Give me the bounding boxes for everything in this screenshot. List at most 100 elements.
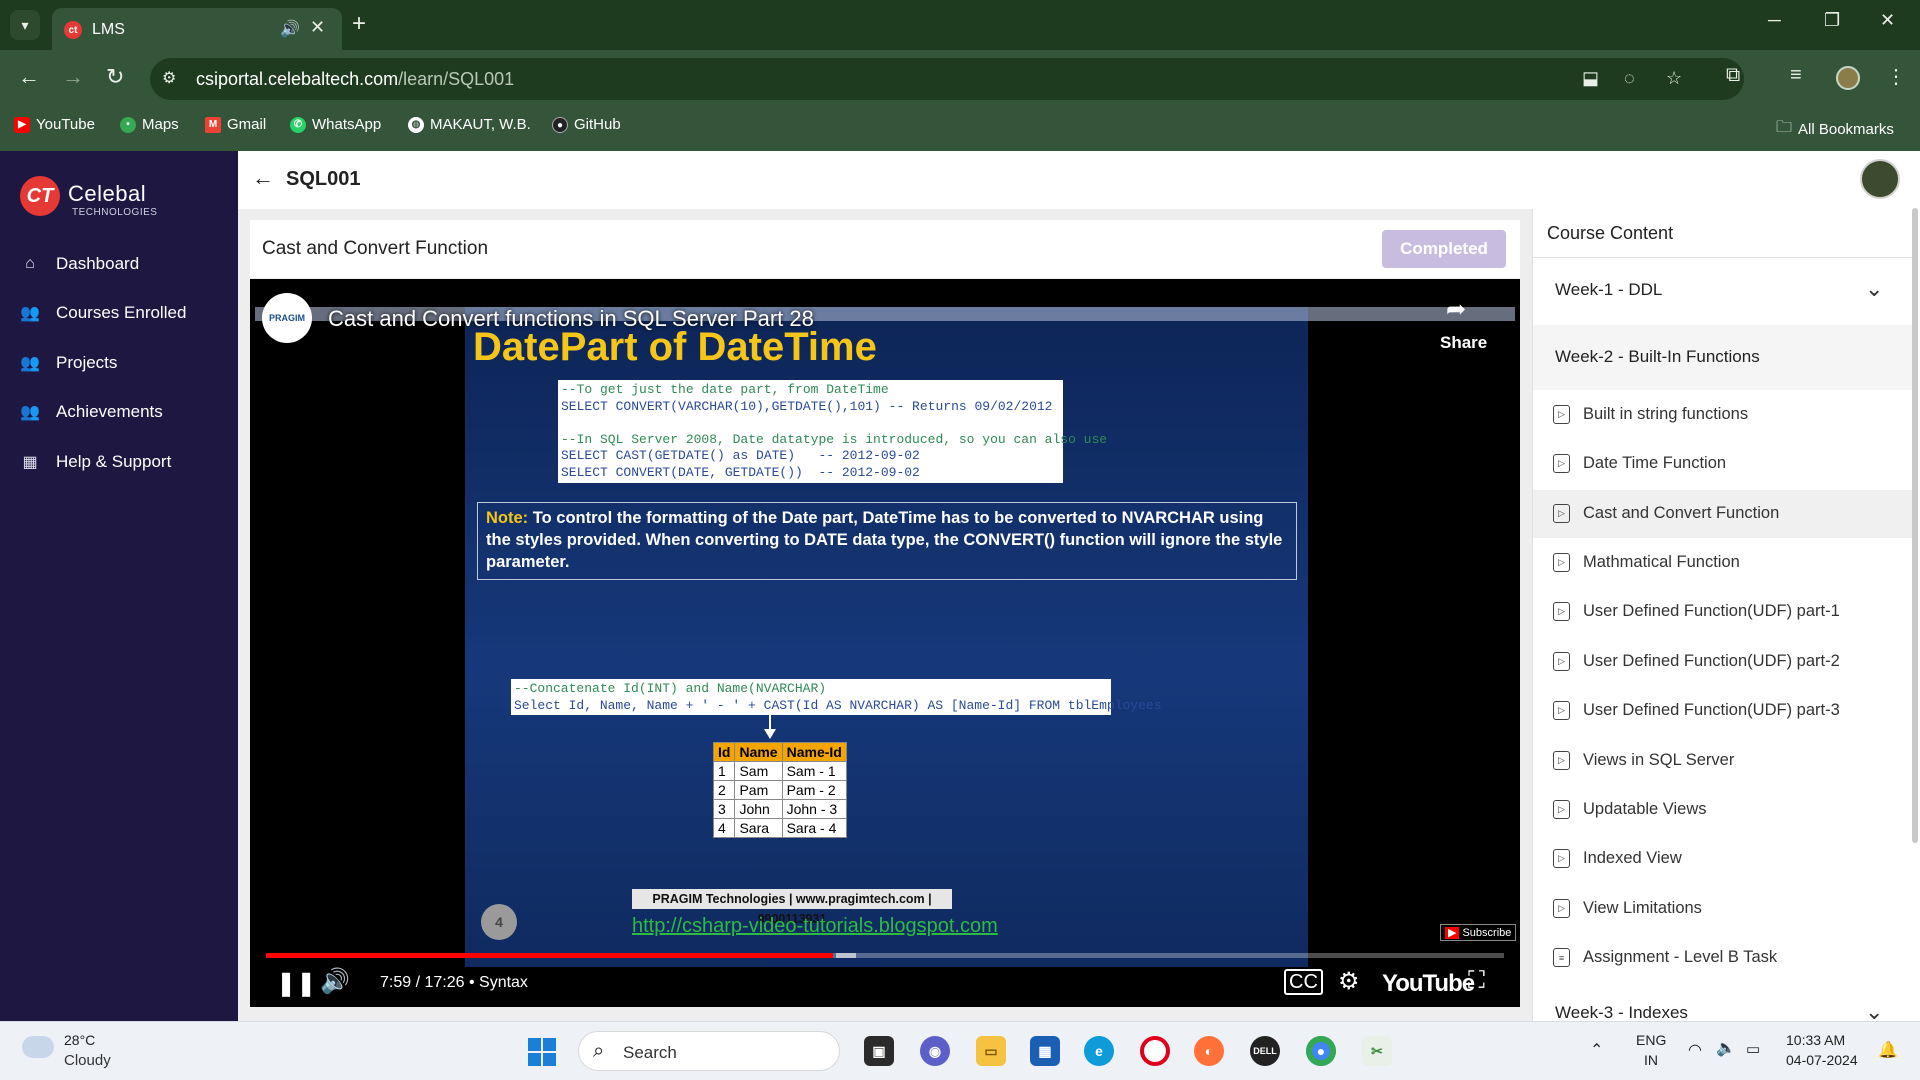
video-player[interactable]: DatePart of DateTime --To get just the d… xyxy=(250,279,1520,1007)
bookmark-gmail[interactable]: M Gmail xyxy=(205,116,266,133)
bookmark-makaut[interactable]: ◍ MAKAUT, W.B. xyxy=(408,116,531,133)
weather-condition[interactable]: Cloudy xyxy=(64,1052,111,1069)
youtube-logo[interactable]: YouTube xyxy=(1382,970,1475,998)
minimize-icon[interactable]: ─ xyxy=(1768,10,1781,31)
page-title: SQL001 xyxy=(286,168,361,190)
lms-favicon-icon: ct xyxy=(64,21,82,39)
lesson-item-active[interactable]: ▷ Cast and Convert Function xyxy=(1533,490,1913,538)
lesson-item[interactable]: ▷ Mathmatical Function xyxy=(1533,539,1913,587)
sidebar-item-help[interactable]: ▦ Help & Support xyxy=(20,452,171,472)
new-tab-icon[interactable]: + xyxy=(352,10,366,38)
completed-button[interactable]: Completed xyxy=(1382,230,1506,268)
course-content-panel: Course Content Week-1 - DDL ⌄ Week-2 - B… xyxy=(1532,209,1920,1021)
address-bar[interactable]: ⚙ csiportal.celebaltech.com/learn/SQL001… xyxy=(150,58,1744,100)
channel-logo[interactable]: PRAGIM xyxy=(262,293,312,343)
site-info-icon[interactable]: ⚙ xyxy=(162,68,176,88)
panel-scrollbar[interactable] xyxy=(1912,208,1918,843)
sidebar-item-achievements[interactable]: 👥 Achievements xyxy=(20,402,163,422)
week-1-accordion[interactable]: Week-1 - DDL ⌄ xyxy=(1533,258,1913,323)
bookmark-maps[interactable]: • Maps xyxy=(120,116,179,133)
weather-temp[interactable]: 28°C xyxy=(64,1032,95,1048)
file-explorer-icon[interactable]: ▭ xyxy=(976,1036,1006,1066)
subscribe-watermark[interactable]: ▶ Subscribe xyxy=(1440,924,1517,941)
menu-kebab-icon[interactable]: ⋮ xyxy=(1886,64,1906,89)
lesson-item[interactable]: ▷ Views in SQL Server xyxy=(1533,737,1913,785)
bookmark-github[interactable]: ● GitHub xyxy=(552,116,621,133)
chrome-icon[interactable]: ● xyxy=(1306,1036,1336,1066)
progress-buffer xyxy=(836,953,856,958)
browser-tab[interactable]: ct LMS 🔊 ✕ xyxy=(52,8,342,50)
clock-time[interactable]: 10:33 AM xyxy=(1786,1032,1845,1048)
media-control-icon[interactable]: ≡ xyxy=(1790,64,1802,87)
store-icon[interactable]: ▦ xyxy=(1030,1036,1060,1066)
teams-icon[interactable]: ◉ xyxy=(920,1036,950,1066)
bookmark-youtube[interactable]: ▶ YouTube xyxy=(14,116,95,133)
lesson-item[interactable]: ▷ User Defined Function(UDF) part-2 xyxy=(1533,638,1913,686)
lesson-item[interactable]: ≡ Assignment - Level B Task xyxy=(1533,934,1913,982)
settings-gear-icon[interactable]: ⚙ xyxy=(1338,967,1360,996)
share-label[interactable]: Share xyxy=(1440,333,1487,353)
reload-icon[interactable]: ↻ xyxy=(106,64,124,90)
captions-icon[interactable]: CC xyxy=(1284,969,1323,995)
window-close-icon[interactable]: ✕ xyxy=(1880,10,1895,31)
windows-start-icon[interactable] xyxy=(528,1038,558,1068)
tab-close-icon[interactable]: ✕ xyxy=(310,17,325,38)
forward-icon[interactable]: → xyxy=(62,64,84,90)
eye-off-icon[interactable]: ◌ xyxy=(1624,68,1635,89)
pause-icon[interactable]: ❚❚ xyxy=(276,969,316,998)
cloud-icon[interactable] xyxy=(22,1036,54,1058)
sidebar-item-dashboard[interactable]: ⌂ Dashboard xyxy=(20,254,139,274)
lang-eng[interactable]: ENG xyxy=(1636,1032,1666,1048)
lesson-item[interactable]: ▷ Built in string functions xyxy=(1533,391,1913,439)
edge-icon[interactable]: e xyxy=(1084,1036,1114,1066)
people-icon: 👥 xyxy=(20,305,40,322)
user-avatar[interactable] xyxy=(1860,159,1900,199)
week-2-accordion[interactable]: Week-2 - Built-In Functions xyxy=(1533,325,1913,390)
week-3-accordion[interactable]: Week-3 - Indexes ⌄ xyxy=(1533,989,1913,1021)
taskbar-search[interactable]: ⌕ Search xyxy=(578,1031,840,1071)
back-arrow-icon[interactable]: ← xyxy=(252,165,274,191)
volume-icon[interactable]: 🔊 xyxy=(320,967,350,996)
sidebar-item-courses[interactable]: 👥 Courses Enrolled xyxy=(20,303,186,323)
speaker-icon[interactable]: 🔈 xyxy=(1716,1038,1736,1058)
task-view-icon[interactable]: ▣ xyxy=(864,1036,894,1066)
slide-note: Note: To control the formatting of the D… xyxy=(477,502,1297,580)
chevron-up-icon[interactable]: ⌃ xyxy=(1590,1040,1603,1060)
result-arrow-head xyxy=(764,729,776,739)
battery-icon[interactable]: ▭ xyxy=(1746,1040,1760,1058)
url-text: csiportal.celebaltech.com/learn/SQL001 xyxy=(196,69,515,89)
home-icon: ⌂ xyxy=(25,255,35,272)
lesson-item[interactable]: ▷ Indexed View xyxy=(1533,835,1913,883)
install-app-icon[interactable]: ⬓ xyxy=(1582,68,1599,89)
wifi-icon[interactable]: ◠ xyxy=(1688,1040,1702,1060)
audio-playing-icon[interactable]: 🔊 xyxy=(280,19,300,39)
chevron-down-icon: ⌄ xyxy=(1865,276,1884,301)
celebal-logo-icon: CT xyxy=(20,176,60,216)
lesson-item[interactable]: ▷ User Defined Function(UDF) part-1 xyxy=(1533,588,1913,636)
firefox-icon[interactable]: ◐ xyxy=(1194,1036,1224,1066)
fullscreen-icon[interactable]: ⛶ xyxy=(1468,967,1485,995)
video-title[interactable]: Cast and Convert functions in SQL Server… xyxy=(328,306,814,332)
extensions-icon[interactable]: ⧉ xyxy=(1726,64,1740,87)
bookmark-whatsapp[interactable]: ✆ WhatsApp xyxy=(290,116,381,133)
lesson-item[interactable]: ▷ Date Time Function xyxy=(1533,440,1913,488)
opera-icon[interactable] xyxy=(1140,1036,1170,1066)
back-icon[interactable]: ← xyxy=(18,64,40,90)
lesson-item[interactable]: ▷ View Limitations xyxy=(1533,885,1913,933)
clock-date[interactable]: 04-07-2024 xyxy=(1786,1052,1858,1068)
all-bookmarks[interactable]: 🗀 All Bookmarks xyxy=(1776,116,1894,143)
lesson-item[interactable]: ▷ User Defined Function(UDF) part-3 xyxy=(1533,687,1913,735)
restore-icon[interactable]: ❐ xyxy=(1824,10,1840,31)
lang-in[interactable]: IN xyxy=(1644,1052,1658,1068)
share-icon[interactable]: ➦ xyxy=(1446,295,1466,324)
tab-search-icon[interactable]: ▾ xyxy=(10,10,40,40)
dell-icon[interactable]: DELL xyxy=(1250,1036,1280,1066)
sidebar-item-projects[interactable]: 👥 Projects xyxy=(20,353,117,373)
play-icon: ▷ xyxy=(1553,504,1570,523)
profile-avatar[interactable] xyxy=(1836,66,1860,90)
play-icon: ▷ xyxy=(1553,405,1570,424)
star-icon[interactable]: ☆ xyxy=(1666,68,1682,89)
snipping-tool-icon[interactable]: ✂ xyxy=(1362,1036,1392,1066)
lesson-item[interactable]: ▷ Updatable Views xyxy=(1533,786,1913,834)
notification-bell-icon[interactable]: 🔔 xyxy=(1878,1040,1898,1060)
